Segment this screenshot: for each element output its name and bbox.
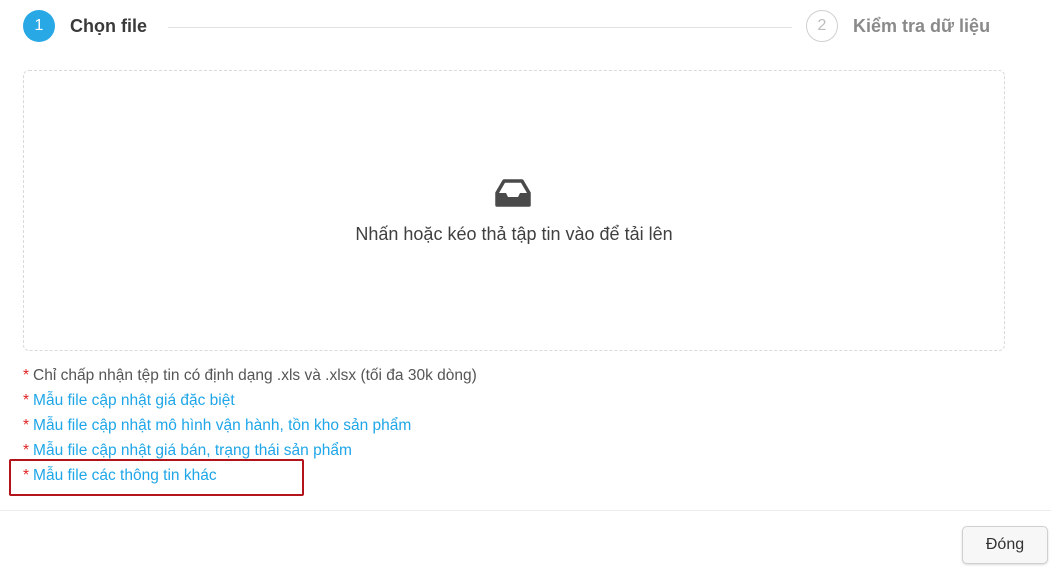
footer-divider: [0, 510, 1051, 511]
note-operation-stock-template: * Mẫu file cập nhật mô hình vận hành, tồn…: [23, 416, 477, 441]
step-2-number: 2: [806, 10, 838, 42]
required-marker: *: [23, 392, 30, 409]
import-file-dialog: 1 Chọn file 2 Kiểm tra dữ liệu Nhấn hoặc…: [0, 0, 1051, 578]
required-marker: *: [23, 442, 30, 459]
step-1-number: 1: [23, 10, 55, 42]
special-price-template-link[interactable]: Mẫu file cập nhật giá đặc biệt: [33, 392, 235, 409]
step-connector: [168, 27, 792, 28]
note-file-format-text: Chỉ chấp nhận tệp tin có định dạng .xls …: [33, 367, 477, 384]
note-special-price-template: * Mẫu file cập nhật giá đặc biệt: [23, 391, 477, 416]
required-marker: *: [23, 367, 30, 384]
step-2-title: Kiểm tra dữ liệu: [853, 16, 991, 36]
upload-dropzone[interactable]: [23, 70, 1005, 351]
note-file-format: * Chỉ chấp nhận tệp tin có định dạng .xls…: [23, 366, 477, 391]
required-marker: *: [23, 417, 30, 434]
operation-stock-template-link[interactable]: Mẫu file cập nhật mô hình vận hành, tồn …: [33, 417, 411, 434]
step-1-title: Chọn file: [70, 16, 147, 36]
price-status-template-link[interactable]: Mẫu file cập nhật giá bán, trạng thái sả…: [33, 442, 352, 459]
inbox-icon: [495, 179, 531, 207]
highlight-annotation-box: [9, 459, 304, 496]
close-button[interactable]: Đóng: [962, 526, 1048, 564]
steps-bar: 1 Chọn file 2 Kiểm tra dữ liệu: [0, 0, 1051, 56]
upload-hint: Nhấn hoặc kéo thả tập tin vào để tải lên: [355, 224, 673, 244]
